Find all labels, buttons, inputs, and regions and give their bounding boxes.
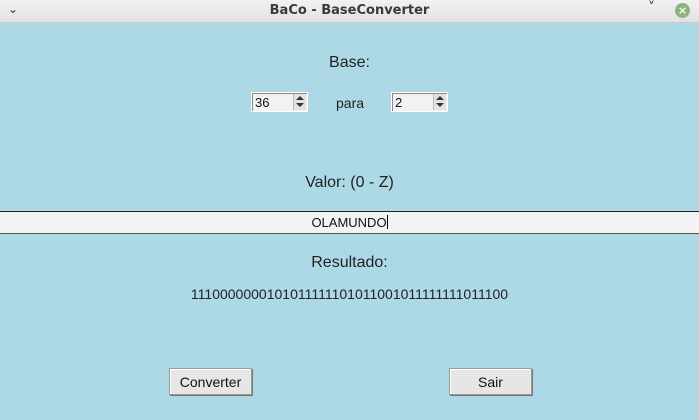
spin-down-arrow-icon[interactable] xyxy=(296,103,304,107)
from-base-spin-buttons[interactable] xyxy=(293,94,306,110)
from-base-value[interactable]: 36 xyxy=(255,95,269,110)
to-base-spinbox[interactable]: 2 xyxy=(391,92,448,112)
title-bar: ⌄ BaCo - BaseConverter ˅ × xyxy=(0,0,699,23)
from-base-spinbox[interactable]: 36 xyxy=(251,92,308,112)
resultado-label: Resultado: xyxy=(311,254,388,271)
spin-down-arrow-icon[interactable] xyxy=(436,103,444,107)
to-base-value[interactable]: 2 xyxy=(395,95,402,110)
spin-up-arrow-icon[interactable] xyxy=(296,96,304,100)
close-icon[interactable]: × xyxy=(675,3,690,18)
value-input-text[interactable]: OLAMUNDO xyxy=(311,215,386,230)
minimize-icon[interactable]: ˅ xyxy=(648,0,655,16)
para-label: para xyxy=(336,95,365,111)
to-base-spin-buttons[interactable] xyxy=(433,94,446,110)
spin-up-arrow-icon[interactable] xyxy=(436,96,444,100)
value-input[interactable]: OLAMUNDO xyxy=(0,211,699,234)
text-caret xyxy=(386,215,388,229)
exit-button[interactable]: Sair xyxy=(449,368,532,395)
valor-label: Valor: (0 - Z) xyxy=(305,174,394,191)
base-label: Base: xyxy=(329,54,370,71)
window-title: BaCo - BaseConverter xyxy=(269,3,430,18)
convert-button[interactable]: Converter xyxy=(169,368,252,395)
result-value: 1110000000101011111101011001011111111011… xyxy=(190,286,509,302)
